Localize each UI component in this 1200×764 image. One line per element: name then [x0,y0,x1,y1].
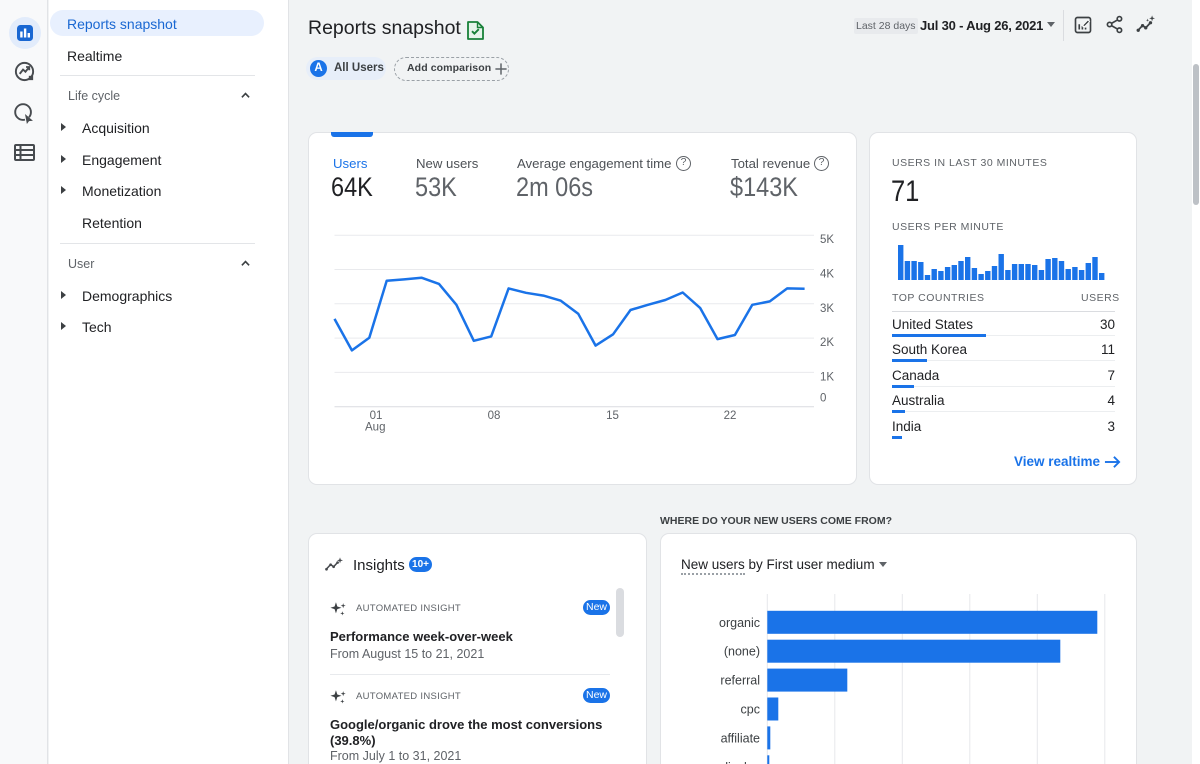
svg-text:15: 15 [606,410,619,422]
svg-text:display: display [721,760,761,764]
svg-text:08: 08 [488,410,501,422]
svg-text:Aug: Aug [365,422,385,434]
svg-text:referral: referral [720,674,760,688]
svg-text:(none): (none) [724,645,760,659]
svg-text:3K: 3K [820,303,834,315]
svg-text:01: 01 [370,410,383,422]
svg-text:22: 22 [724,410,737,422]
svg-text:1K: 1K [820,371,834,383]
svg-text:affiliate: affiliate [721,731,760,745]
svg-text:0: 0 [820,393,826,405]
svg-text:2K: 2K [820,337,834,349]
svg-text:cpc: cpc [741,703,760,717]
svg-text:5K: 5K [820,234,834,246]
svg-text:organic: organic [719,616,760,630]
svg-text:4K: 4K [820,269,834,281]
